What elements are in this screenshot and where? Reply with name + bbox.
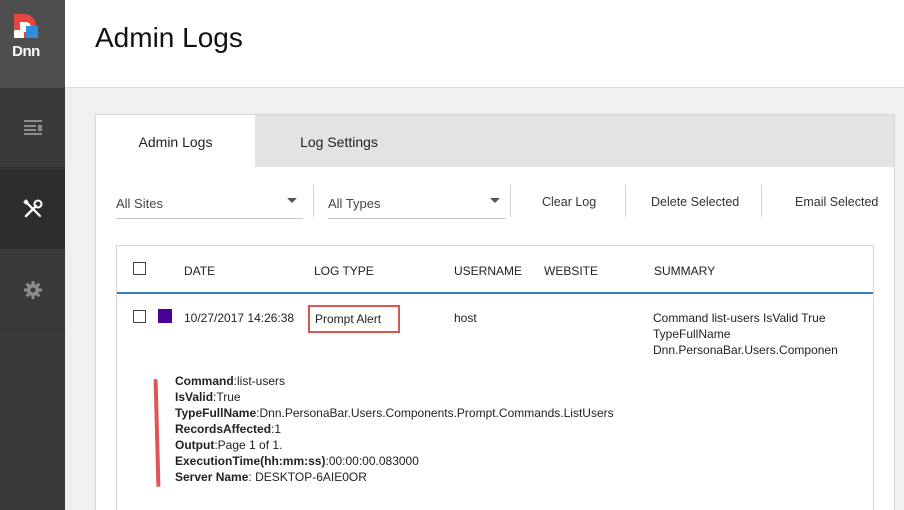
detail-key: Output (175, 438, 215, 452)
dnn-logo[interactable]: Dnn (0, 0, 65, 88)
row-log-type: Prompt Alert (315, 312, 382, 326)
tab-bar: Admin Logs Log Settings (96, 115, 894, 167)
logo-text: Dnn (12, 43, 40, 60)
row-username: host (454, 311, 477, 325)
wrench-screwdriver-icon (22, 198, 42, 217)
page-header: Admin Logs (65, 0, 904, 88)
summary-line: Dnn.PersonaBar.Users.Componen (653, 343, 838, 357)
log-type-color-swatch (158, 309, 172, 323)
select-all-checkbox[interactable] (133, 262, 146, 275)
email-selected-button[interactable]: Email Selected (795, 195, 878, 209)
column-header-date: DATE (184, 264, 216, 278)
admin-logs-panel: Admin Logs Log Settings All Sites All Ty… (95, 114, 895, 510)
detail-key: TypeFullName (175, 406, 257, 420)
persona-bar: Dnn (0, 0, 65, 510)
detail-key: ExecutionTime(hh:mm:ss) (175, 454, 326, 468)
detail-value: Dnn.PersonaBar.Users.Components.Prompt.C… (259, 406, 614, 420)
clear-log-button[interactable]: Clear Log (542, 195, 596, 209)
divider (761, 185, 762, 217)
detail-row: RecordsAffected:1 (175, 421, 614, 437)
column-header-website: WEBSITE (544, 264, 599, 278)
row-summary: Command list-users IsValid True TypeFull… (653, 310, 838, 358)
detail-value: 00:00:00.083000 (328, 454, 419, 468)
tab-admin-logs[interactable]: Admin Logs (96, 115, 255, 167)
log-table: DATE LOG TYPE USERNAME WEBSITE SUMMARY 1… (116, 245, 874, 510)
types-dropdown-label: All Types (328, 196, 381, 211)
sidebar-item-content[interactable] (0, 88, 65, 168)
detail-key: Server Name (175, 470, 249, 484)
log-toolbar: All Sites All Types Clear Log Delete Sel… (116, 185, 878, 221)
chevron-down-icon (287, 198, 297, 203)
detail-row: IsValid:True (175, 389, 614, 405)
row-date: 10/27/2017 14:26:38 (184, 311, 295, 325)
tab-log-settings[interactable]: Log Settings (255, 115, 423, 167)
chevron-down-icon (490, 198, 500, 203)
sidebar-item-settings[interactable] (0, 250, 65, 330)
delete-selected-button[interactable]: Delete Selected (651, 195, 739, 209)
detail-value: list-users (237, 374, 286, 388)
detail-key: IsValid (175, 390, 214, 404)
annotation-red-bar (153, 378, 161, 488)
sites-dropdown[interactable]: All Sites (116, 185, 303, 219)
summary-line: TypeFullName (653, 327, 731, 341)
gear-icon (23, 280, 42, 299)
divider (510, 185, 511, 217)
types-dropdown[interactable]: All Types (328, 185, 506, 219)
detail-key: Command (175, 374, 234, 388)
detail-value: 1 (274, 422, 282, 436)
detail-row: ExecutionTime(hh:mm:ss):00:00:00.083000 (175, 453, 614, 469)
detail-key: RecordsAffected (175, 422, 272, 436)
page-title: Admin Logs (95, 22, 243, 53)
log-type-highlight: Prompt Alert (308, 305, 400, 333)
row-checkbox[interactable] (133, 310, 146, 323)
summary-line: Command list-users IsValid True (653, 311, 826, 325)
sidebar-item-tools[interactable] (0, 169, 65, 249)
dnn-logo-mark-icon (14, 14, 38, 38)
detail-value: DESKTOP-6AIE0OR (255, 470, 367, 484)
detail-value: Page 1 of 1. (217, 438, 283, 452)
divider (313, 185, 314, 217)
detail-row: TypeFullName:Dnn.PersonaBar.Users.Compon… (175, 405, 614, 421)
column-header-summary: SUMMARY (654, 264, 716, 278)
divider (625, 185, 626, 217)
column-header-log-type: LOG TYPE (314, 264, 374, 278)
detail-row: Command:list-users (175, 373, 614, 389)
table-header: DATE LOG TYPE USERNAME WEBSITE SUMMARY (117, 246, 873, 294)
detail-row: Server Name: DESKTOP-6AIE0OR (175, 469, 614, 485)
log-details: Command:list-users IsValid:True TypeFull… (175, 373, 614, 485)
column-header-username: USERNAME (454, 264, 523, 278)
content-icon (23, 119, 42, 135)
detail-row: Output:Page 1 of 1. (175, 437, 614, 453)
sites-dropdown-label: All Sites (116, 196, 163, 211)
detail-value: True (216, 390, 241, 404)
